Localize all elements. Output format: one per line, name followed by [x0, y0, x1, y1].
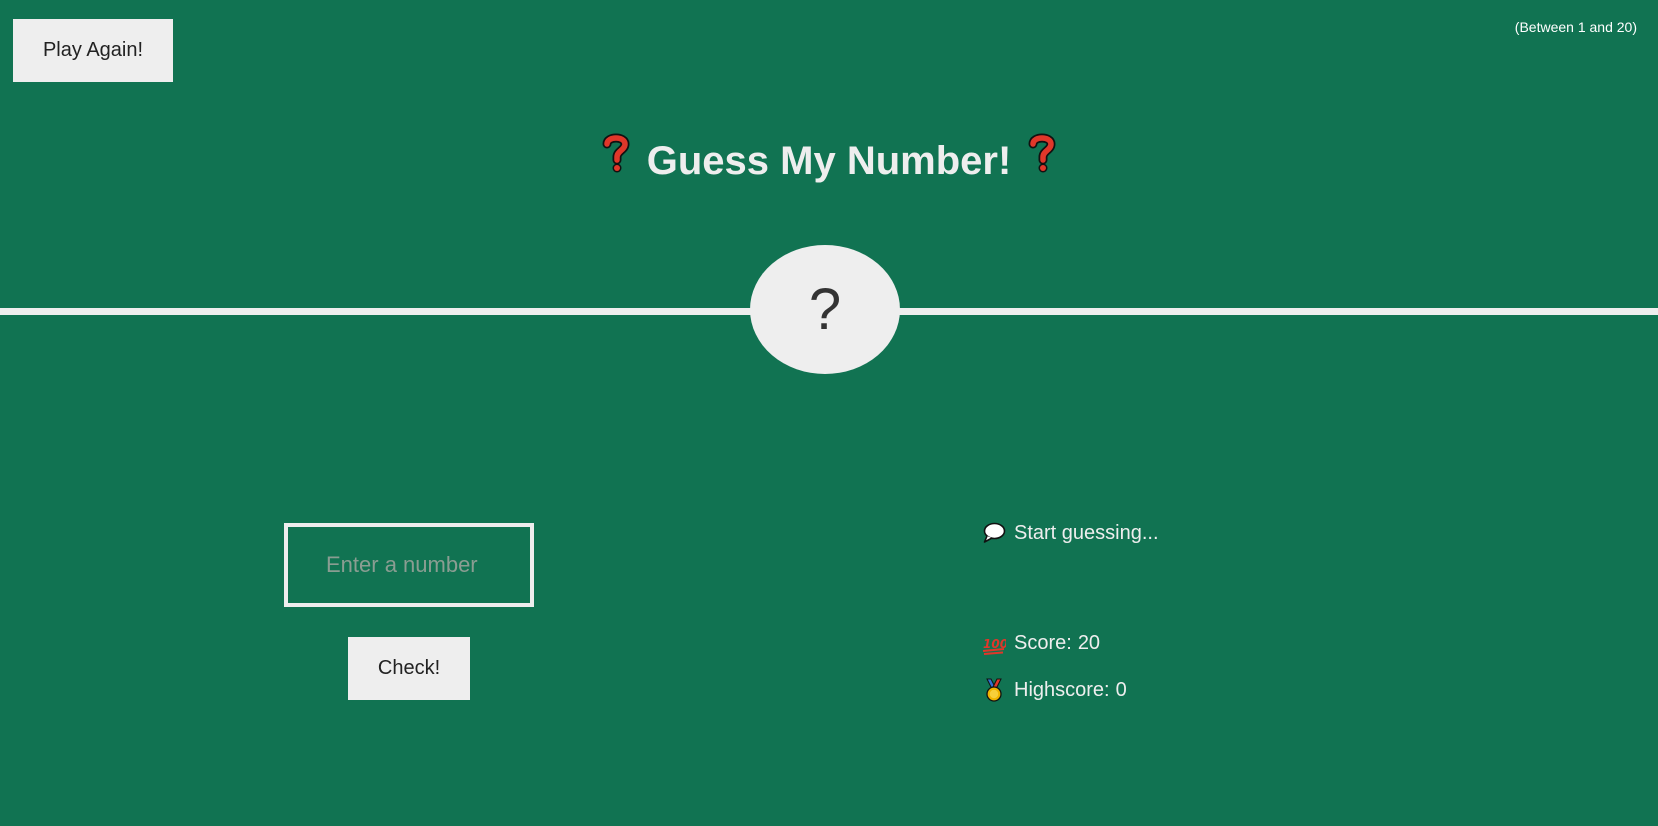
hundred-points-icon: 100 [982, 631, 1008, 655]
score-line: 100 Score: 20 [982, 631, 1100, 655]
question-mark-icon [602, 133, 630, 183]
question-mark-icon [1028, 133, 1056, 183]
range-hint: (Between 1 and 20) [1514, 19, 1637, 35]
secret-number-display: ? [750, 245, 900, 374]
speech-bubble-icon [982, 521, 1006, 545]
guess-input[interactable] [284, 523, 534, 607]
check-button[interactable]: Check! [348, 637, 470, 700]
highscore-value: 0 [1115, 678, 1127, 701]
message-line: Start guessing... [982, 521, 1159, 545]
medal-icon [982, 678, 1006, 702]
score-label: Score: [1014, 631, 1072, 654]
play-again-button[interactable]: Play Again! [13, 19, 173, 82]
highscore-line: Highscore: 0 [982, 678, 1127, 702]
title-text: Guess My Number! [646, 138, 1012, 183]
message-text: Start guessing... [1014, 521, 1159, 544]
highscore-label: Highscore: [1014, 678, 1110, 701]
page-title: Guess My Number! [0, 133, 1658, 186]
score-value: 20 [1077, 631, 1101, 654]
